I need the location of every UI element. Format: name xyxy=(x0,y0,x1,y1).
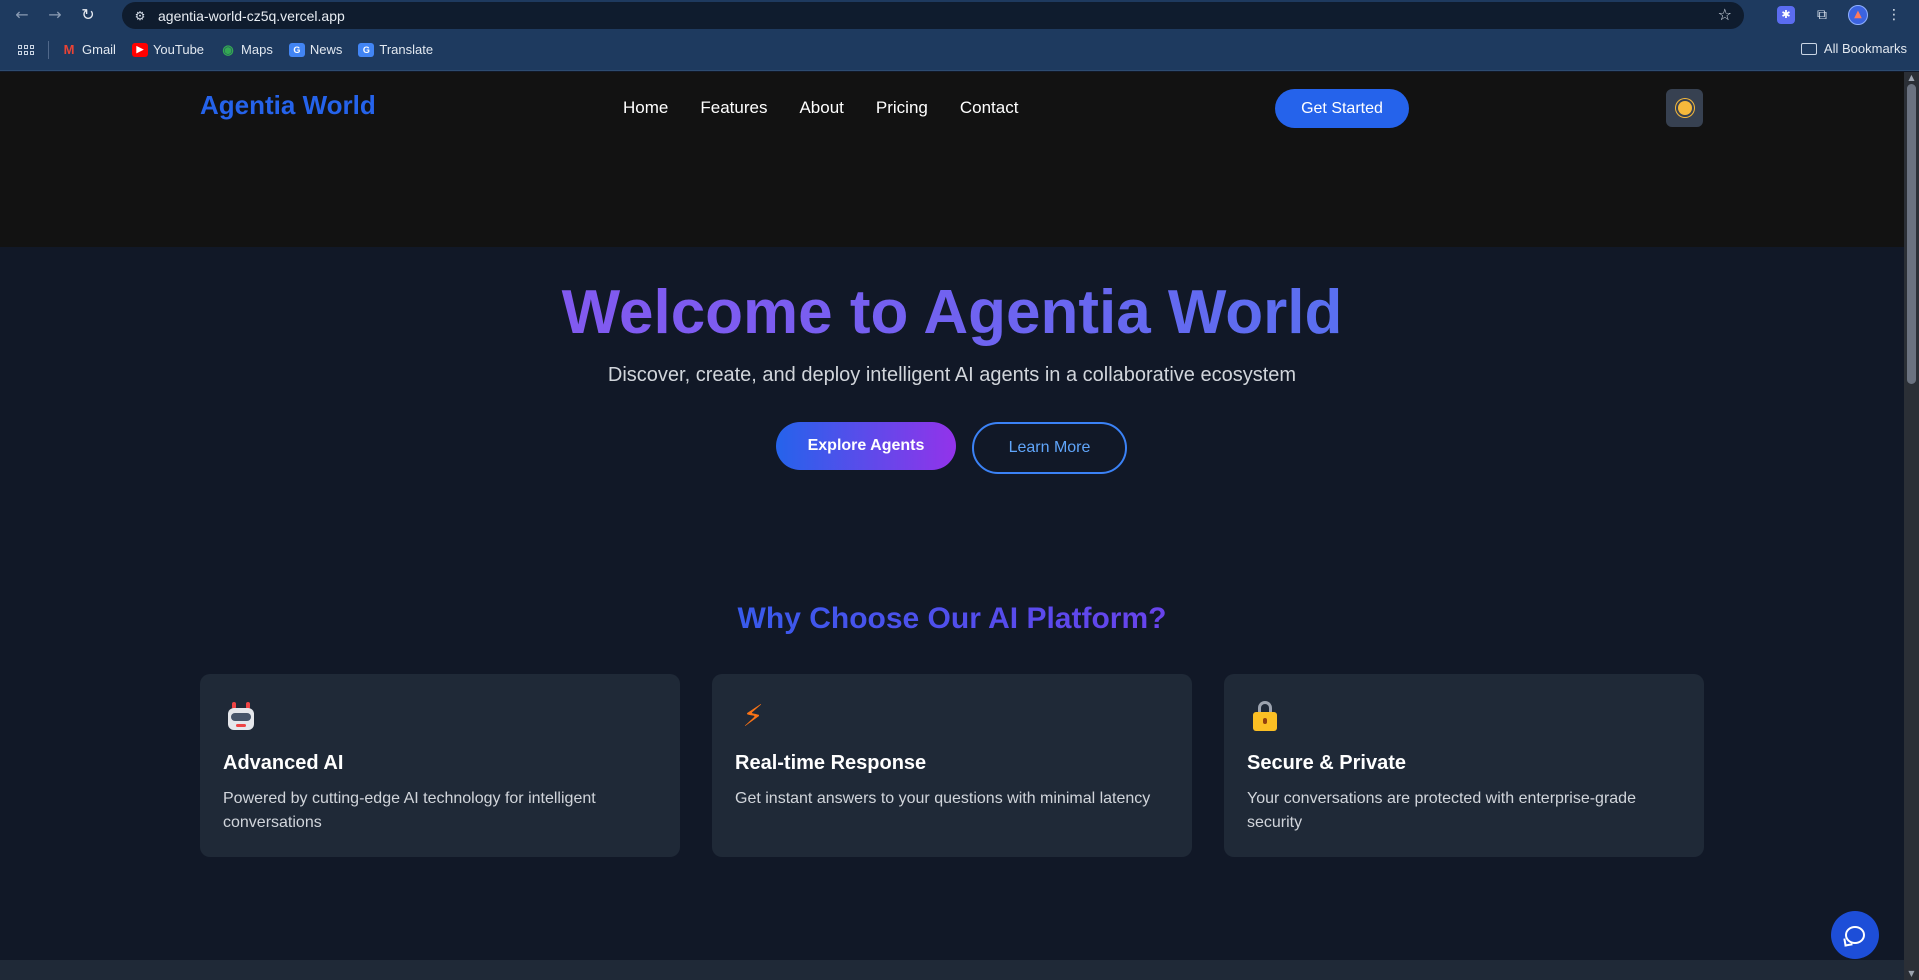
gmail-icon: M xyxy=(63,42,75,57)
nav-about[interactable]: About xyxy=(799,98,843,118)
news-icon: G xyxy=(288,42,305,57)
hero-title: Welcome to Agentia World xyxy=(0,277,1904,348)
bookmarks-bar: M Gmail ▶ YouTube ◉ Maps G News G Transl… xyxy=(0,29,1919,71)
scroll-up-icon[interactable]: ▲ xyxy=(1907,74,1916,82)
feature-card-title: Advanced AI xyxy=(223,752,344,774)
maps-icon: ◉ xyxy=(222,41,234,57)
reload-icon[interactable]: ↻ xyxy=(77,4,99,26)
lock-icon xyxy=(1247,698,1283,734)
feature-card-text: Your conversations are protected with en… xyxy=(1247,790,1636,831)
feature-card-text: Powered by cutting-edge AI technology fo… xyxy=(223,790,596,831)
site-logo[interactable]: Agentia World xyxy=(200,90,376,121)
bookmark-maps[interactable]: ◉ Maps xyxy=(220,41,273,58)
feature-card-title: Secure & Private xyxy=(1247,752,1406,774)
chat-button[interactable] xyxy=(1831,911,1879,959)
all-bookmarks-label: All Bookmarks xyxy=(1823,41,1907,56)
bookmark-label: Gmail xyxy=(82,42,116,57)
lightning-icon: ⚡ xyxy=(742,698,764,734)
menu-kebab-icon[interactable]: ⋮ xyxy=(1883,4,1905,26)
feature-card-title: Real-time Response xyxy=(735,752,927,774)
feature-card-advanced-ai: Advanced AI Powered by cutting-edge AI t… xyxy=(200,674,680,857)
youtube-icon: ▶ xyxy=(131,42,148,57)
theme-toggle-button[interactable] xyxy=(1666,89,1703,127)
bookmarks-divider xyxy=(48,40,49,59)
site-header: Agentia World Home Features About Pricin… xyxy=(0,72,1904,247)
explore-agents-button[interactable]: Explore Agents xyxy=(776,422,956,470)
nav-pricing[interactable]: Pricing xyxy=(876,98,928,118)
hero-subtitle: Discover, create, and deploy intelligent… xyxy=(607,364,1297,386)
get-started-button[interactable]: Get Started xyxy=(1275,89,1409,128)
robot-icon xyxy=(223,698,259,734)
hero-section: Welcome to Agentia World Discover, creat… xyxy=(0,247,1904,980)
browser-extensions: ✱ ⧉ ▲ ⋮ xyxy=(1775,0,1919,29)
scroll-down-icon[interactable]: ▼ xyxy=(1907,970,1916,978)
page-scrollbar[interactable]: ▲ ▼ xyxy=(1904,72,1919,980)
bookmark-label: Maps xyxy=(241,42,273,57)
nav-home[interactable]: Home xyxy=(623,98,668,118)
feature-card-text: Get instant answers to your questions wi… xyxy=(735,790,1151,807)
sun-icon xyxy=(1677,101,1692,115)
bookmark-star-icon[interactable]: ☆ xyxy=(1718,5,1732,24)
next-section-edge xyxy=(0,960,1904,980)
all-bookmarks[interactable]: All Bookmarks xyxy=(1800,41,1907,56)
feature-card-real-time: ⚡ Real-time Response Get instant answers… xyxy=(712,674,1192,857)
apps-grid-icon[interactable] xyxy=(16,40,36,60)
learn-more-button[interactable]: Learn More xyxy=(972,422,1127,474)
url-text[interactable]: agentia-world-cz5q.vercel.app xyxy=(158,8,345,24)
scrollbar-thumb[interactable] xyxy=(1907,84,1916,384)
main-nav: Home Features About Pricing Contact xyxy=(623,98,1050,118)
nav-contact[interactable]: Contact xyxy=(960,98,1019,118)
features-title: Why Choose Our AI Platform? xyxy=(0,602,1904,636)
bookmark-label: Translate xyxy=(379,42,434,57)
bookmark-label: YouTube xyxy=(152,42,205,57)
profile-avatar[interactable]: ▲ xyxy=(1847,4,1869,26)
forward-icon[interactable]: → xyxy=(44,4,66,26)
translate-icon: G xyxy=(358,42,375,57)
extension-icon[interactable]: ✱ xyxy=(1775,4,1797,26)
bookmark-gmail[interactable]: M Gmail xyxy=(61,42,116,57)
site-info-icon[interactable]: ⚙ xyxy=(130,6,150,26)
folder-icon xyxy=(1800,42,1817,55)
bookmark-youtube[interactable]: ▶ YouTube xyxy=(131,42,205,57)
page-viewport: Agentia World Home Features About Pricin… xyxy=(0,72,1904,980)
nav-features[interactable]: Features xyxy=(700,98,767,118)
puzzle-icon[interactable]: ⧉ xyxy=(1811,4,1833,26)
bookmark-news[interactable]: G News xyxy=(288,42,343,57)
address-bar[interactable]: ⚙ agentia-world-cz5q.vercel.app ☆ xyxy=(122,2,1744,29)
chat-bubble-icon xyxy=(1845,926,1865,944)
back-icon[interactable]: ← xyxy=(11,4,33,26)
feature-card-secure: Secure & Private Your conversations are … xyxy=(1224,674,1704,857)
bookmark-label: News xyxy=(309,42,343,57)
bookmark-translate[interactable]: G Translate xyxy=(358,42,433,57)
